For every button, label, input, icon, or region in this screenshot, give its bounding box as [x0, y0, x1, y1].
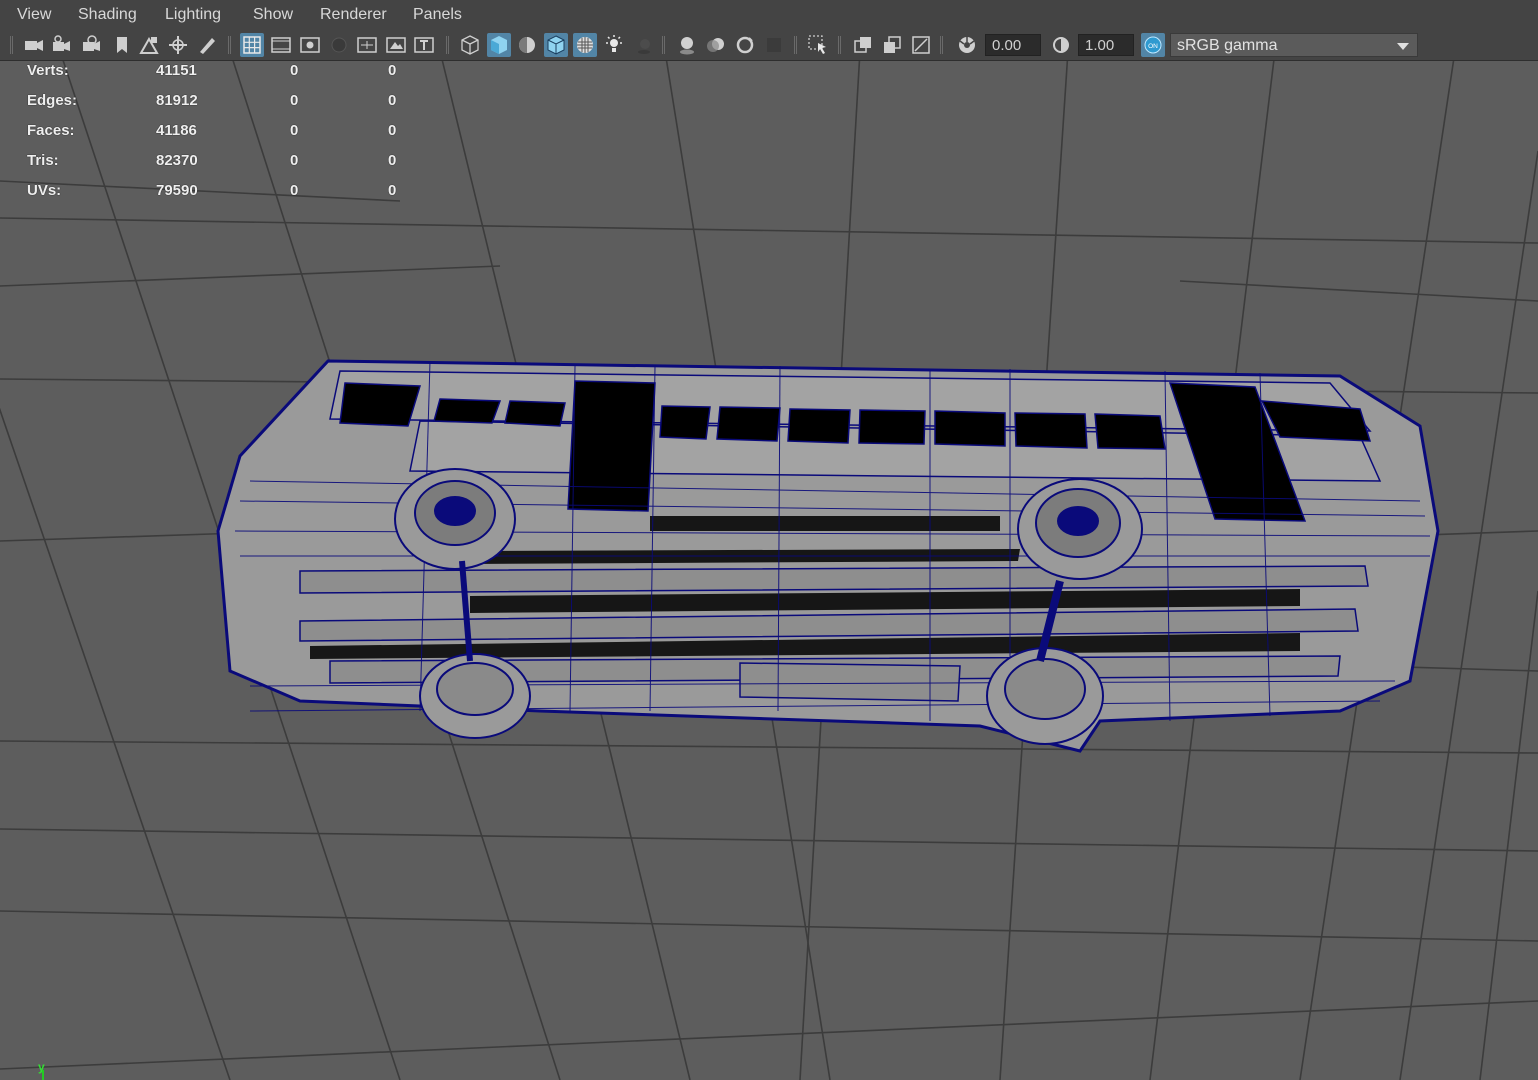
menu-shading[interactable]: Shading — [78, 6, 137, 24]
hud-label: UVs: — [27, 182, 62, 199]
toolbar-separator — [446, 34, 449, 56]
field-chart-icon[interactable] — [355, 33, 379, 57]
hud-value: 0 — [388, 122, 397, 139]
gamma-field[interactable]: 1.00 — [1078, 34, 1134, 56]
gate-mask-icon[interactable] — [327, 33, 351, 57]
chevron-down-icon — [1397, 43, 1409, 50]
hud-label: Verts: — [27, 62, 69, 79]
hud-value: 41186 — [156, 122, 197, 139]
hud-value: 0 — [290, 182, 299, 199]
viewport-scene — [0, 61, 1538, 1080]
hud-row-faces: Faces: 41186 0 0 — [0, 122, 420, 142]
wireframe-on-shaded-icon[interactable] — [544, 33, 568, 57]
depth-of-field-icon[interactable] — [762, 33, 786, 57]
hud-label: Edges: — [27, 92, 78, 109]
hud-value: 0 — [388, 92, 397, 109]
maya-viewport-panel: View Shading Lighting Show Renderer Pane… — [0, 0, 1538, 1080]
toolbar-separator — [794, 34, 797, 56]
wheel-front-bottom — [419, 653, 531, 739]
grid-icon[interactable] — [240, 33, 264, 57]
menu-lighting[interactable]: Lighting — [165, 6, 221, 24]
hud-value: 0 — [290, 122, 299, 139]
hud-row-verts: Verts: 41151 0 0 — [0, 62, 420, 82]
pan-zoom-icon[interactable] — [166, 33, 190, 57]
axis-y-indicator — [42, 1070, 44, 1080]
hud-label: Faces: — [27, 122, 75, 139]
smooth-shade-icon[interactable] — [487, 33, 511, 57]
shadows-icon[interactable] — [632, 33, 656, 57]
hud-row-edges: Edges: 81912 0 0 — [0, 92, 420, 112]
film-gate-icon[interactable] — [269, 33, 293, 57]
hud-value: 81912 — [156, 92, 198, 109]
toolbar-separator — [940, 34, 943, 56]
wireframe-icon[interactable] — [458, 33, 482, 57]
menu-panels[interactable]: Panels — [413, 6, 462, 24]
hud-value: 0 — [388, 62, 397, 79]
hud-value: 0 — [290, 152, 299, 169]
use-all-lights-icon[interactable] — [602, 33, 626, 57]
wheel-front-top — [394, 468, 516, 570]
hud-row-tris: Tris: 82370 0 0 — [0, 152, 420, 172]
hud-value: 0 — [290, 92, 299, 109]
safe-action-icon[interactable] — [384, 33, 408, 57]
hud-value: 0 — [290, 62, 299, 79]
safe-title-icon[interactable] — [412, 33, 436, 57]
resolution-gate-icon[interactable] — [298, 33, 322, 57]
anti-aliasing-icon[interactable] — [733, 33, 757, 57]
menu-renderer[interactable]: Renderer — [320, 6, 387, 24]
gamma-icon[interactable] — [1049, 33, 1073, 57]
hud-value: 0 — [388, 152, 397, 169]
hud-row-uvs: UVs: 79590 0 0 — [0, 182, 420, 202]
toolbar-separator — [228, 34, 231, 56]
textured-icon[interactable] — [573, 33, 597, 57]
hud-value: 82370 — [156, 152, 198, 169]
exposure-field[interactable]: 0.00 — [985, 34, 1041, 56]
menu-show[interactable]: Show — [253, 6, 293, 24]
3d-viewport[interactable] — [0, 61, 1538, 1080]
toolbar-separator — [10, 34, 13, 56]
xray-joints-icon[interactable] — [909, 33, 933, 57]
camera-bookmark-icon[interactable] — [80, 33, 104, 57]
hud-label: Tris: — [27, 152, 59, 169]
panel-menubar: View Shading Lighting Show Renderer Pane… — [0, 0, 1538, 31]
camera-attributes-icon[interactable] — [50, 33, 74, 57]
screen-space-ao-icon[interactable] — [675, 33, 699, 57]
toolbar-separator — [662, 34, 665, 56]
color-space-dropdown[interactable]: sRGB gamma — [1170, 33, 1418, 57]
xray-active-components-icon[interactable] — [880, 33, 904, 57]
bus-model — [216, 359, 1440, 753]
menu-view[interactable]: View — [17, 6, 51, 24]
color-management-icon[interactable]: ON — [1141, 33, 1165, 57]
hud-value: 41151 — [156, 62, 197, 79]
motion-blur-icon[interactable] — [704, 33, 728, 57]
camera-icon[interactable] — [22, 33, 46, 57]
hud-value: 79590 — [156, 182, 198, 199]
toolbar-separator — [838, 34, 841, 56]
isolate-select-icon[interactable] — [806, 33, 830, 57]
bookmark-icon[interactable] — [110, 33, 134, 57]
grease-pencil-icon[interactable] — [195, 33, 219, 57]
svg-text:ON: ON — [1148, 43, 1158, 50]
default-material-icon[interactable] — [515, 33, 539, 57]
color-space-value: sRGB gamma — [1177, 37, 1278, 54]
image-plane-icon[interactable] — [137, 33, 161, 57]
xray-icon[interactable] — [851, 33, 875, 57]
hud-value: 0 — [388, 182, 397, 199]
wheel-rear-bottom — [986, 647, 1104, 745]
wheel-rear-top — [1017, 478, 1143, 580]
exposure-icon[interactable] — [955, 33, 979, 57]
